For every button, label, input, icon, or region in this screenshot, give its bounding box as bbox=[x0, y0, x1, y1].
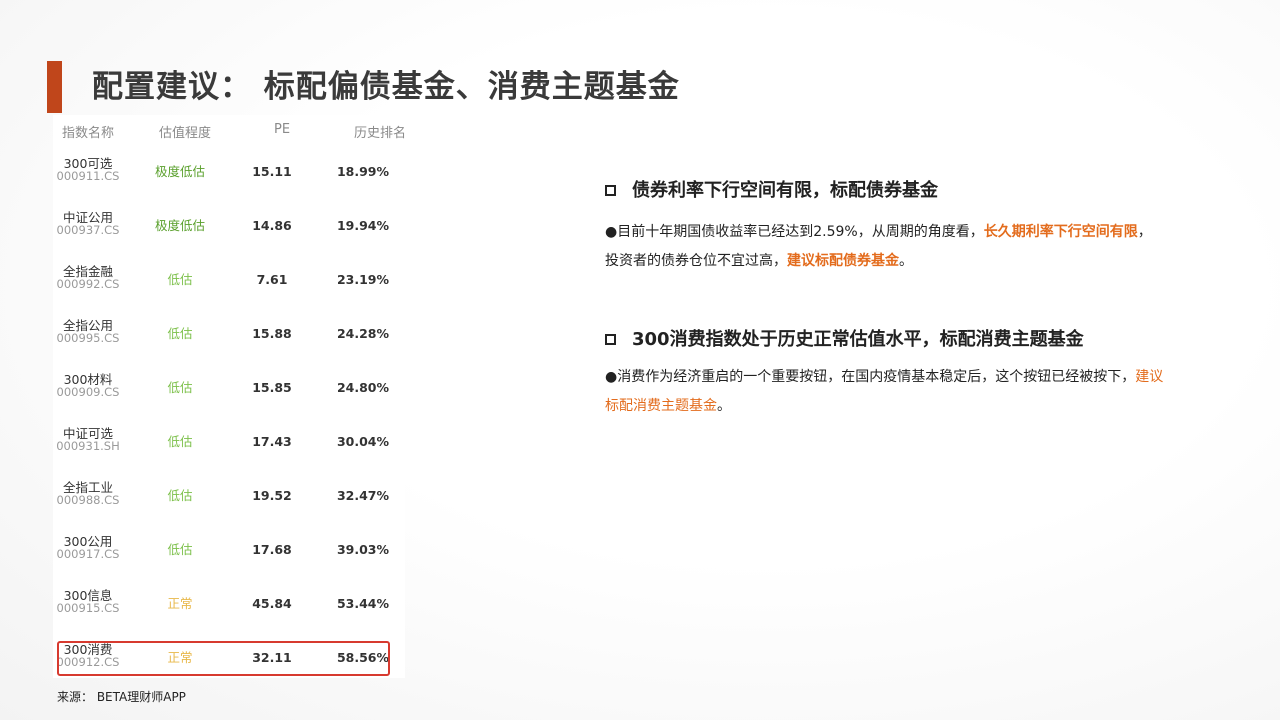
table-row: 全指公用 000995.CS 低估 15.88 24.28% bbox=[53, 307, 405, 361]
index-code: 000931.SH bbox=[56, 439, 120, 453]
table-row: 300信息 000915.CS 正常 45.84 53.44% bbox=[53, 577, 405, 631]
table-row: 全指工业 000988.CS 低估 19.52 32.47% bbox=[53, 469, 405, 523]
history-rank: 23.19% bbox=[336, 272, 390, 287]
section-paragraph: ●目前十年期国债收益率已经达到2.59%，从周期的角度看，长久期利率下行空间有限… bbox=[605, 218, 1165, 276]
index-code: 000995.CS bbox=[56, 331, 120, 345]
history-rank: 24.80% bbox=[336, 380, 390, 395]
table-header: 指数名称 估值程度 PE 历史排名 bbox=[53, 115, 407, 145]
history-rank: 19.94% bbox=[336, 218, 390, 233]
pe-value: 19.52 bbox=[252, 488, 292, 503]
page-title: 配置建议： 标配偏债基金、消费主题基金 bbox=[92, 69, 680, 105]
index-code: 000937.CS bbox=[56, 223, 120, 237]
header-index-name: 指数名称 bbox=[62, 126, 115, 141]
section-heading-text: 300消费指数处于历史正常估值水平，标配消费主题基金 bbox=[632, 329, 1084, 350]
history-rank: 32.47% bbox=[336, 488, 390, 503]
valuation-level: 极度低估 bbox=[154, 164, 205, 179]
para-highlight: 建议标配债券基金 bbox=[787, 253, 899, 269]
table-row: 300可选 000911.CS 极度低估 15.11 18.99% bbox=[53, 145, 405, 199]
history-rank: 18.99% bbox=[336, 164, 390, 179]
valuation-table: 指数名称 估值程度 PE 历史排名 300可选 000911.CS 极度低估 15.1… bbox=[53, 115, 407, 678]
pe-value: 15.88 bbox=[252, 326, 292, 341]
valuation-level: 正常 bbox=[167, 596, 193, 611]
pe-value: 17.43 bbox=[252, 434, 292, 449]
title-accent-bar bbox=[47, 61, 62, 113]
pe-value: 7.61 bbox=[256, 272, 288, 287]
pe-value: 15.85 bbox=[252, 380, 292, 395]
valuation-level: 低估 bbox=[167, 272, 193, 287]
index-code: 000988.CS bbox=[56, 493, 120, 507]
index-code: 000911.CS bbox=[56, 169, 120, 183]
section-heading: 债券利率下行空间有限，标配债券基金 bbox=[605, 177, 1165, 205]
index-code: 000917.CS bbox=[56, 547, 120, 561]
table-row: 300材料 000909.CS 低估 15.85 24.80% bbox=[53, 361, 405, 415]
valuation-level: 低估 bbox=[167, 326, 193, 341]
source-note: 来源： BETA理财师APP bbox=[57, 690, 186, 704]
history-rank: 53.44% bbox=[336, 596, 390, 611]
pe-value: 14.86 bbox=[252, 218, 292, 233]
index-code: 000909.CS bbox=[56, 385, 120, 399]
pe-value: 15.11 bbox=[252, 164, 292, 179]
para-highlight: 长久期利率下行空间有限 bbox=[983, 224, 1138, 240]
index-code: 000992.CS bbox=[56, 277, 120, 291]
para-text: 。 bbox=[899, 253, 913, 269]
header-valuation-level: 估值程度 bbox=[159, 126, 212, 141]
header-pe: PE bbox=[274, 122, 291, 137]
highlight-box-300-consumer bbox=[57, 641, 390, 676]
header-history-rank: 历史排名 bbox=[354, 126, 407, 141]
checkbox-bullet-icon bbox=[605, 334, 616, 345]
pe-value: 17.68 bbox=[252, 542, 292, 557]
valuation-level: 极度低估 bbox=[154, 218, 205, 233]
section-heading: 300消费指数处于历史正常估值水平，标配消费主题基金 bbox=[605, 326, 1165, 354]
valuation-level: 低估 bbox=[167, 434, 193, 449]
para-text: ●目前十年期国债收益率已经达到2.59%，从周期的角度看， bbox=[605, 224, 984, 240]
valuation-level: 低估 bbox=[167, 542, 193, 557]
section-bond: 债券利率下行空间有限，标配债券基金 ●目前十年期国债收益率已经达到2.59%，从… bbox=[605, 177, 1165, 276]
section-heading-text: 债券利率下行空间有限，标配债券基金 bbox=[632, 180, 938, 201]
index-code: 000915.CS bbox=[56, 601, 120, 615]
checkbox-bullet-icon bbox=[605, 185, 616, 196]
history-rank: 30.04% bbox=[336, 434, 390, 449]
pe-value: 45.84 bbox=[252, 596, 292, 611]
history-rank: 39.03% bbox=[336, 542, 390, 557]
table-row: 全指金融 000992.CS 低估 7.61 23.19% bbox=[53, 253, 405, 307]
table-row: 中证公用 000937.CS 极度低估 14.86 19.94% bbox=[53, 199, 405, 253]
section-paragraph: ●消费作为经济重启的一个重要按钮，在国内疫情基本稳定后，这个按钮已经被按下，建议… bbox=[605, 363, 1165, 421]
para-text: ●消费作为经济重启的一个重要按钮，在国内疫情基本稳定后，这个按钮已经被按下， bbox=[605, 369, 1136, 385]
section-consumer: 300消费指数处于历史正常估值水平，标配消费主题基金 ●消费作为经济重启的一个重… bbox=[605, 326, 1165, 421]
table-row: 300公用 000917.CS 低估 17.68 39.03% bbox=[53, 523, 405, 577]
valuation-level: 低估 bbox=[167, 380, 193, 395]
para-text: 。 bbox=[717, 398, 731, 414]
valuation-level: 低估 bbox=[167, 488, 193, 503]
table-row: 中证可选 000931.SH 低估 17.43 30.04% bbox=[53, 415, 405, 469]
history-rank: 24.28% bbox=[336, 326, 390, 341]
